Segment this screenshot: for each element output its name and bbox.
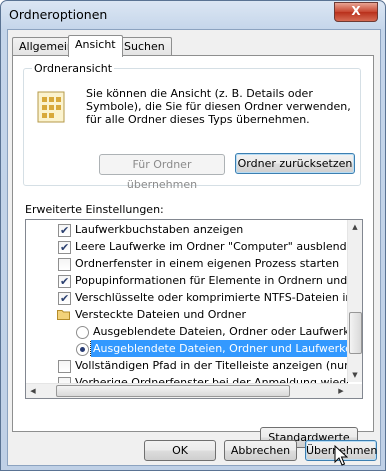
list-item[interactable]: Ausgeblendete Dateien, Ordner und Laufwe…	[26, 340, 348, 357]
tab-ansicht[interactable]: Ansicht	[68, 35, 123, 57]
ansicht-tab-panel: Ordneransicht Sie können die Ansicht (z.…	[12, 55, 374, 448]
list-item[interactable]: Leere Laufwerke im Ordner "Computer" aus…	[26, 238, 348, 255]
list-item[interactable]: Laufwerkbuchstaben anzeigen	[26, 221, 348, 238]
vertical-scroll-thumb[interactable]	[349, 312, 362, 354]
reset-folders-button[interactable]: Ordner zurücksetzen	[235, 153, 355, 174]
scroll-left-icon[interactable]: ◀	[26, 384, 40, 398]
checkbox[interactable]	[58, 258, 71, 271]
folder-icon	[57, 310, 70, 320]
scroll-up-icon[interactable]: ▲	[348, 220, 362, 234]
window-title: Ordneroptionen	[9, 7, 108, 22]
apply-to-folders-button[interactable]: Für Ordner übernehmen	[99, 154, 225, 191]
list-item[interactable]: Vollständigen Pfad in der Titelleiste an…	[26, 357, 348, 374]
checkbox[interactable]	[58, 222, 71, 238]
scrollbar-corner	[348, 384, 362, 398]
mouse-pointer-icon	[334, 445, 348, 466]
title-bar[interactable]: Ordneroptionen X	[1, 1, 385, 29]
ok-button[interactable]: OK	[144, 440, 216, 461]
advanced-settings-list[interactable]: Laufwerkbuchstaben anzeigen Leere Laufwe…	[25, 219, 363, 399]
horizontal-scrollbar[interactable]: ◀ ▶	[26, 383, 348, 398]
folder-view-description: Sie können die Ansicht (z. B. Details od…	[86, 87, 351, 126]
cancel-button[interactable]: Abbrechen	[224, 440, 297, 461]
list-item-group: Versteckte Dateien und Ordner	[26, 306, 348, 323]
list-item-label: Verschlüsselte oder komprimierte NTFS-Da…	[75, 291, 348, 304]
list-item[interactable]: Popupinformationen für Elemente in Ordne…	[26, 272, 348, 289]
scroll-down-icon[interactable]: ▼	[348, 368, 362, 382]
radio-button[interactable]	[76, 343, 89, 356]
list-item-label: Ausgeblendete Dateien, Ordner und Laufwe…	[90, 340, 348, 357]
list-item-label: Popupinformationen für Elemente in Ordne…	[75, 274, 348, 287]
close-button[interactable]: X	[334, 2, 378, 22]
tab-suchen[interactable]: Suchen	[117, 37, 172, 56]
list-item-label: Versteckte Dateien und Ordner	[75, 308, 247, 321]
list-item[interactable]: Ordnerfenster in einem eigenen Prozess s…	[26, 255, 348, 272]
list-item-label: Laufwerkbuchstaben anzeigen	[75, 223, 244, 236]
checkbox[interactable]	[58, 239, 71, 255]
checkbox[interactable]	[58, 360, 71, 373]
scroll-right-icon[interactable]: ▶	[334, 384, 348, 398]
folder-options-window: Ordneroptionen X Allgemein Ansicht Suche…	[0, 0, 386, 471]
list-item-label: Vollständigen Pfad in der Titelleiste an…	[75, 359, 348, 372]
list-item[interactable]: Verschlüsselte oder komprimierte NTFS-Da…	[26, 289, 348, 306]
advanced-settings-label: Erweiterte Einstellungen:	[25, 203, 164, 216]
folder-view-icon	[37, 91, 65, 123]
list-item-label: Leere Laufwerke im Ordner "Computer" aus…	[75, 240, 348, 253]
dialog-client-area: Allgemein Ansicht Suchen Ordneransicht S…	[7, 29, 381, 466]
horizontal-scroll-thumb[interactable]	[56, 385, 290, 397]
list-item[interactable]: Ausgeblendete Dateien, Ordner oder Laufw…	[26, 323, 348, 340]
checkbox[interactable]	[58, 273, 71, 289]
checkbox[interactable]	[58, 290, 71, 306]
list-item-label: Ordnerfenster in einem eigenen Prozess s…	[75, 257, 340, 270]
folder-view-group-label: Ordneransicht	[32, 62, 115, 75]
folder-view-group: Ordneransicht Sie können die Ansicht (z.…	[23, 62, 361, 191]
vertical-scrollbar[interactable]: ▲ ▼	[347, 220, 362, 382]
radio-button[interactable]	[76, 326, 89, 339]
list-item-label: Ausgeblendete Dateien, Ordner oder Laufw…	[93, 325, 348, 338]
